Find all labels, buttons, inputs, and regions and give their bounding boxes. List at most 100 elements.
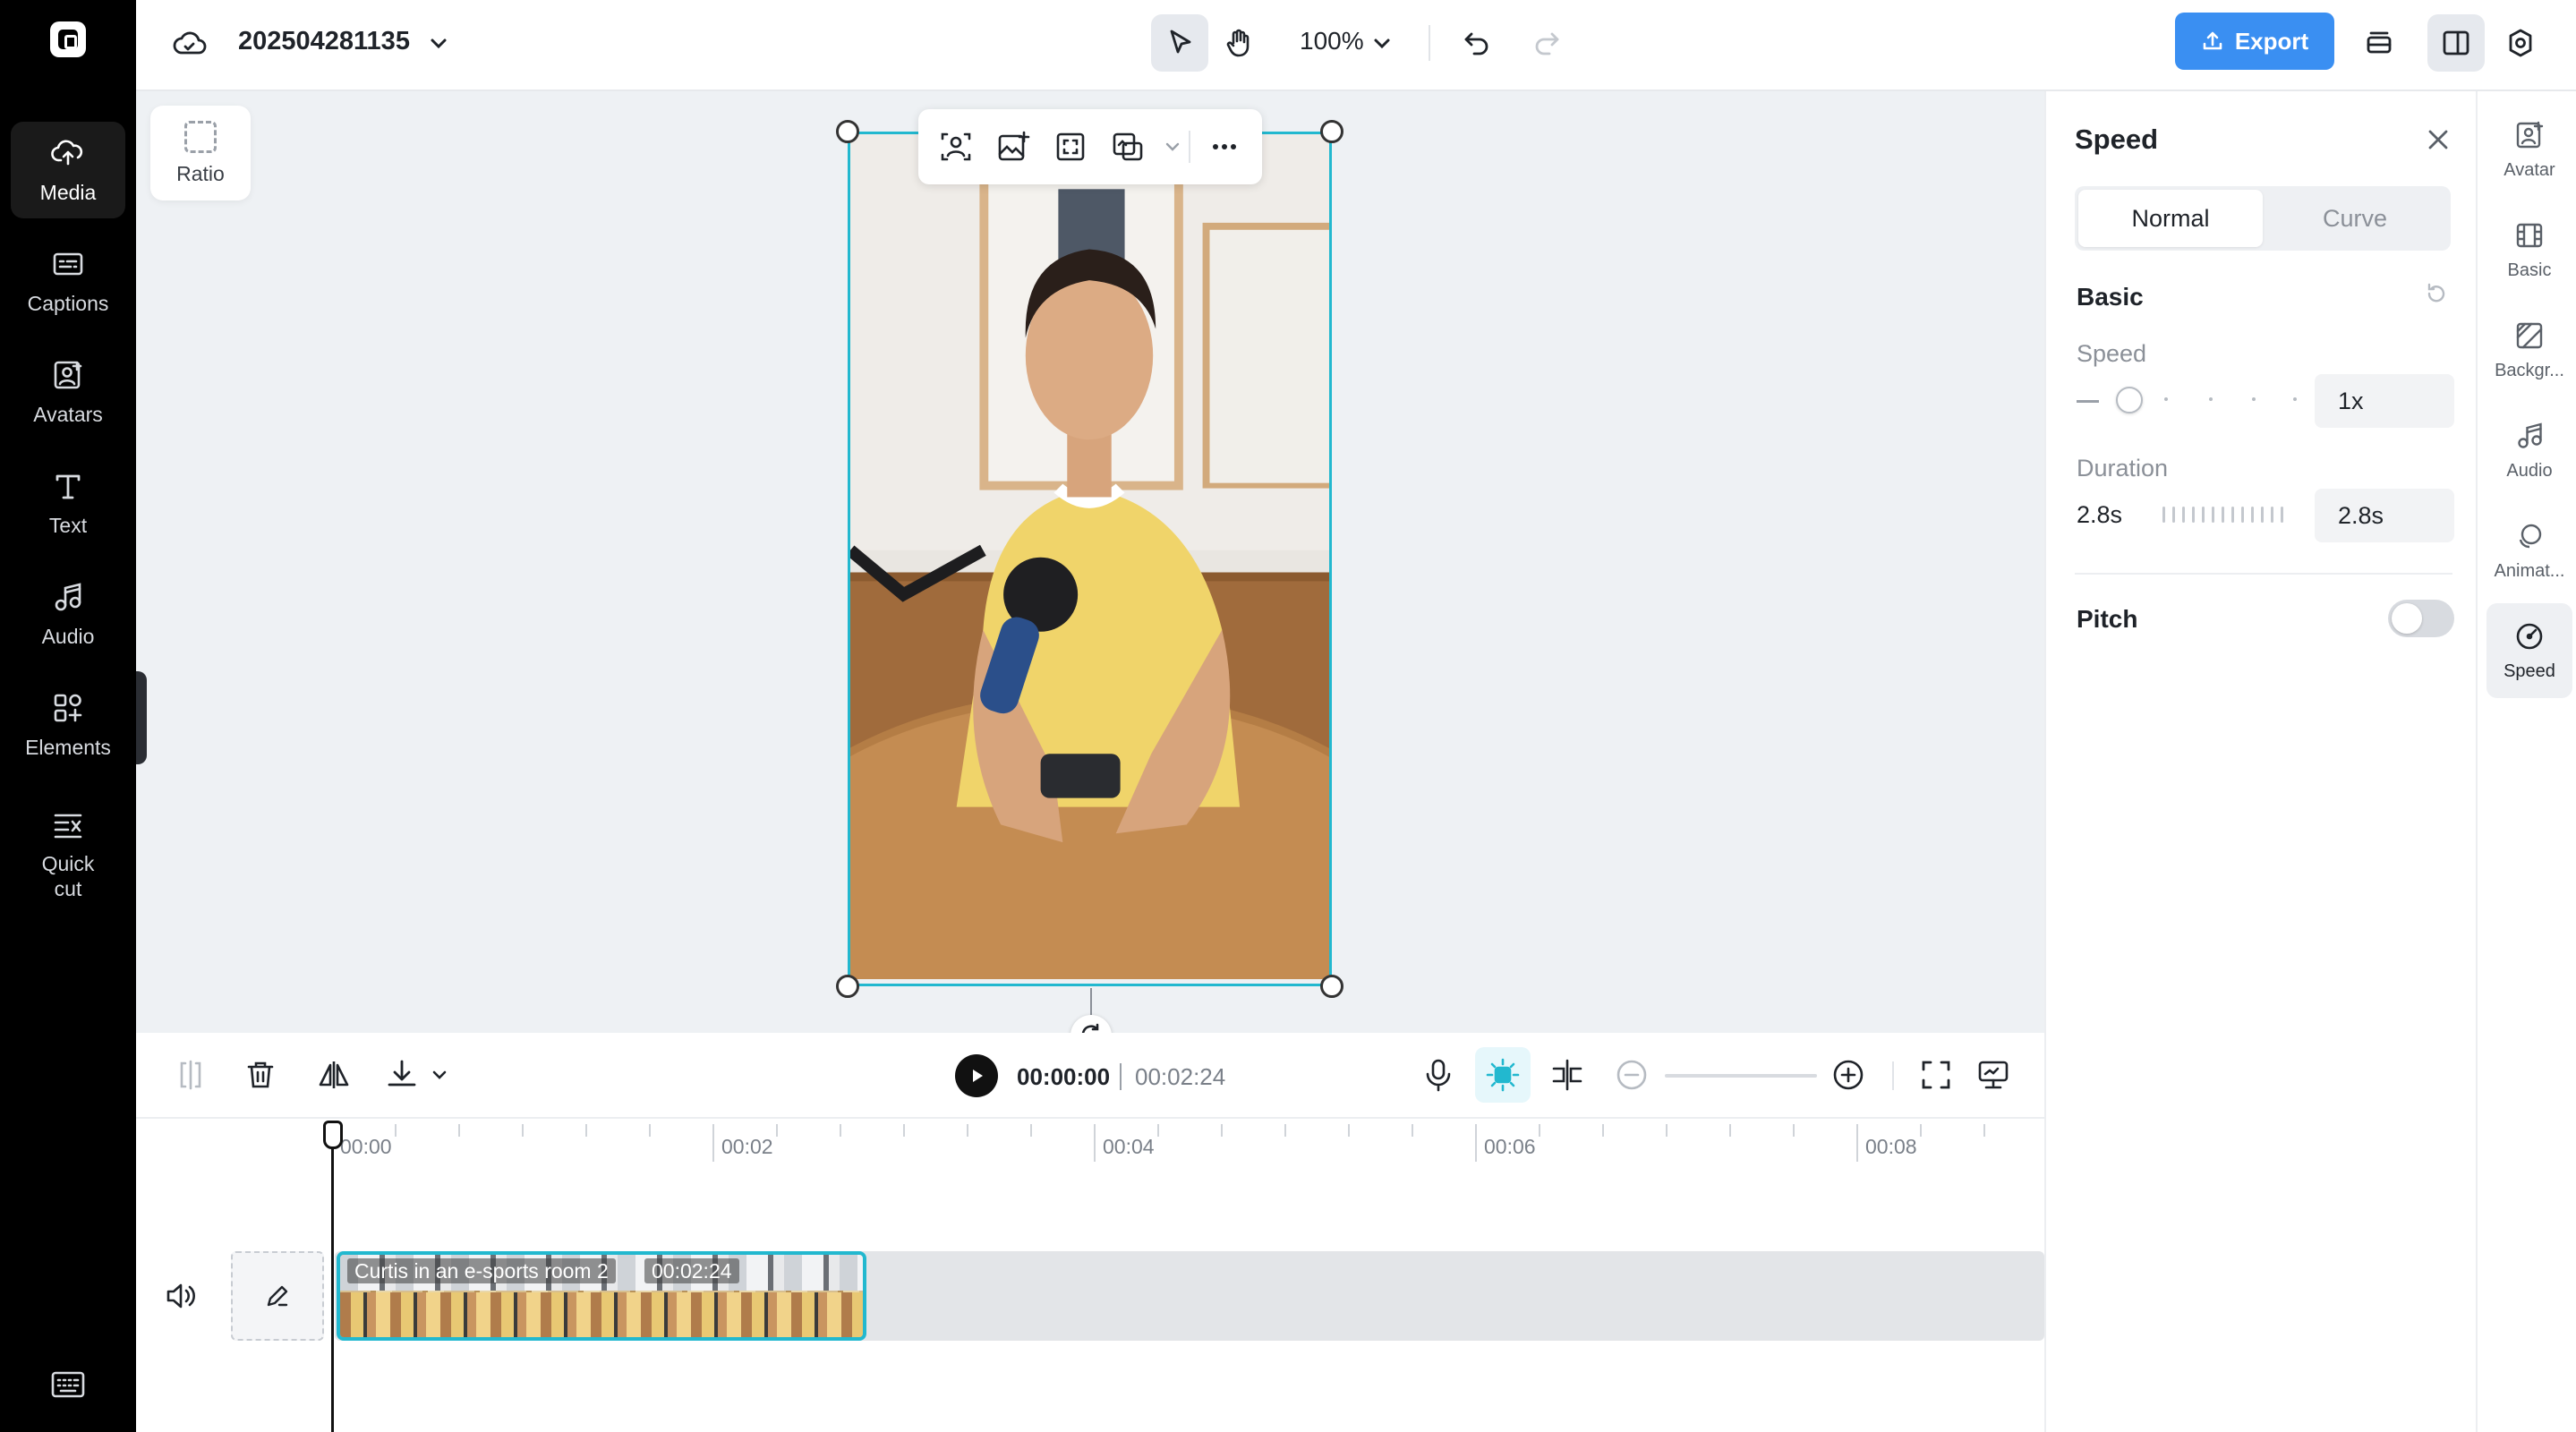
sidebar-panel-icon: [2443, 30, 2469, 55]
undo-button[interactable]: [1448, 14, 1506, 72]
rail-item-animation[interactable]: Animat...: [2486, 503, 2572, 598]
speed-panel: Speed Normal Curve Basic Speed 1x Durati…: [2044, 91, 2476, 1432]
duration-value-input[interactable]: 2.8s: [2315, 489, 2454, 542]
ruler-tick: [1221, 1124, 1223, 1137]
crop-fit-icon[interactable]: [1053, 129, 1088, 165]
ruler-tick: [1856, 1124, 1858, 1162]
reset-icon[interactable]: [2422, 279, 2451, 308]
speaker-icon[interactable]: [163, 1278, 199, 1314]
duration-bar: [2241, 507, 2244, 523]
chevron-down-icon[interactable]: [426, 30, 451, 55]
swap-media-icon[interactable]: [1110, 129, 1146, 165]
sidebar-item-media[interactable]: Media: [11, 122, 125, 218]
hand-tool-button[interactable]: [1210, 14, 1267, 72]
ruler-tick: [1284, 1124, 1286, 1137]
edit-cover-button[interactable]: [231, 1251, 324, 1341]
undo-icon: [1464, 32, 1488, 55]
elements-icon: [54, 694, 82, 722]
fullscreen-icon: [1922, 1061, 1950, 1089]
rail-item-basic[interactable]: Basic: [2486, 202, 2572, 297]
ruler-tick: [1348, 1124, 1350, 1137]
sidebar-item-label: Elements: [25, 736, 111, 759]
chevron-down-icon[interactable]: [1369, 30, 1395, 55]
video-preview[interactable]: [848, 132, 1332, 986]
chevron-down-icon[interactable]: [1155, 129, 1180, 165]
duration-bar: [2202, 507, 2205, 523]
resize-handle-bottom-right[interactable]: [1320, 975, 1343, 998]
gear-icon: [2509, 29, 2532, 57]
ratio-button[interactable]: Ratio: [150, 106, 251, 200]
rail-item-background[interactable]: Backgr...: [2486, 303, 2572, 397]
ruler-tick: [776, 1124, 778, 1137]
resize-handle-top-right[interactable]: [1320, 120, 1343, 143]
duration-bar: [2271, 507, 2273, 523]
fullscreen-button[interactable]: [1917, 1056, 1955, 1094]
sidebar-item-captions[interactable]: Captions: [11, 233, 125, 329]
video-clip[interactable]: Curtis in an e-sports room 2 00:02:24: [337, 1251, 866, 1341]
panel-toggle-button[interactable]: [2427, 14, 2485, 72]
zoom-out-button[interactable]: [1613, 1056, 1651, 1094]
split-button[interactable]: [172, 1056, 209, 1094]
preview-button[interactable]: [1975, 1056, 2012, 1094]
sidebar-item-quick-cut[interactable]: Quick cut: [11, 798, 125, 909]
zoom-in-icon: [1833, 1060, 1864, 1090]
chevron-down-icon[interactable]: [421, 1056, 447, 1094]
rail-item-audio[interactable]: Audio: [2486, 403, 2572, 498]
speed-value-input[interactable]: 1x: [2315, 374, 2454, 428]
sidebar-collapse-handle[interactable]: [136, 671, 147, 764]
ruler-tick: [1030, 1124, 1032, 1137]
redo-button[interactable]: [1518, 14, 1575, 72]
playhead-handle[interactable]: [323, 1121, 343, 1149]
play-icon: [973, 1070, 983, 1082]
app-logo[interactable]: [50, 21, 86, 57]
ruler-tick: [1983, 1124, 1985, 1137]
download-button[interactable]: [383, 1056, 421, 1094]
sidebar-item-avatars[interactable]: Avatars: [11, 344, 125, 440]
timeline-ruler[interactable]: 00:00 00:02 00:04 00:06 00:08: [136, 1121, 2044, 1174]
sidebar-item-text[interactable]: Text: [11, 455, 125, 551]
slider-knob[interactable]: [2116, 387, 2143, 413]
tab-normal[interactable]: Normal: [2078, 190, 2263, 247]
duration-label: Duration: [2077, 455, 2169, 482]
play-button[interactable]: [955, 1054, 998, 1097]
animation-icon: [2519, 524, 2542, 548]
divider: [1892, 1061, 1894, 1090]
close-icon[interactable]: [2422, 124, 2454, 156]
resize-handle-bottom-left[interactable]: [836, 975, 859, 998]
sidebar-item-elements[interactable]: Elements: [11, 677, 125, 773]
zoom-level[interactable]: 100%: [1300, 27, 1364, 55]
split-align-button[interactable]: [1548, 1056, 1586, 1094]
replace-image-icon[interactable]: [995, 129, 1031, 165]
export-button[interactable]: Export: [2175, 13, 2334, 70]
music-note-icon: [55, 583, 81, 611]
cloud-sync-icon[interactable]: [172, 25, 208, 61]
cloud-upload-icon: [51, 140, 83, 166]
monitor-icon: [1978, 1061, 2009, 1089]
pitch-toggle[interactable]: [2388, 600, 2454, 637]
remove-background-icon[interactable]: [938, 129, 974, 165]
clip-name: Curtis in an e-sports room 2: [347, 1258, 616, 1283]
settings-button[interactable]: [2492, 14, 2549, 72]
record-voice-button[interactable]: [1420, 1056, 1457, 1094]
auto-snap-button[interactable]: [1475, 1047, 1531, 1103]
tab-curve[interactable]: Curve: [2263, 190, 2447, 247]
zoom-out-icon: [1616, 1060, 1647, 1090]
resize-handle-top-left[interactable]: [836, 120, 859, 143]
rail-item-avatar[interactable]: Avatar: [2486, 102, 2572, 197]
flip-button[interactable]: [315, 1056, 353, 1094]
ruler-label: 00:00: [340, 1135, 392, 1158]
timeline-zoom-slider[interactable]: [1665, 1074, 1817, 1078]
project-name[interactable]: 202504281135: [238, 27, 410, 56]
sidebar-item-audio[interactable]: Audio: [11, 566, 125, 662]
speed-slider[interactable]: [2077, 387, 2297, 413]
playhead[interactable]: [331, 1131, 334, 1432]
duration-bar: [2192, 507, 2195, 523]
more-options-icon[interactable]: [1207, 129, 1242, 165]
keyboard-icon[interactable]: [50, 1369, 86, 1400]
rail-item-speed[interactable]: Speed: [2486, 603, 2572, 698]
layers-button[interactable]: [2350, 14, 2408, 72]
select-tool-button[interactable]: [1151, 14, 1208, 72]
delete-button[interactable]: [242, 1056, 279, 1094]
zoom-in-button[interactable]: [1830, 1056, 1867, 1094]
ruler-tick: [1475, 1124, 1477, 1162]
